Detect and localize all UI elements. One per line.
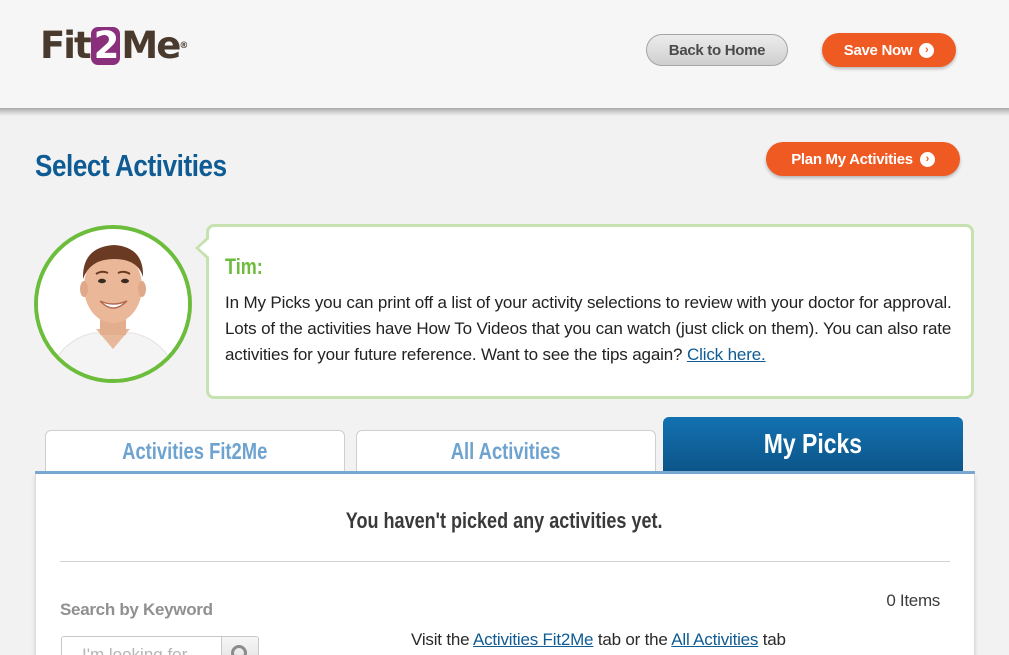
visit-text: tab bbox=[762, 630, 786, 649]
site-header: Fit 2 Me® Back to Home Save Now › bbox=[0, 0, 1009, 110]
divider bbox=[60, 561, 950, 562]
coach-name: Tim: bbox=[225, 254, 263, 279]
empty-picks-message: You haven't picked any activities yet. bbox=[0, 508, 1009, 534]
search-input[interactable]: I'm looking for... bbox=[61, 636, 221, 655]
page-title: Select Activities bbox=[35, 148, 227, 183]
save-now-button[interactable]: Save Now › bbox=[822, 33, 956, 67]
logo-trademark: ® bbox=[179, 41, 189, 51]
coach-avatar bbox=[34, 225, 192, 383]
back-to-home-label: Back to Home bbox=[668, 41, 766, 59]
plan-my-activities-button[interactable]: Plan My Activities › bbox=[766, 142, 960, 176]
logo-part-2: 2 bbox=[90, 27, 121, 65]
empty-picks-text: You haven't picked any activities yet. bbox=[346, 508, 663, 533]
tab-my-picks[interactable]: My Picks bbox=[663, 417, 963, 471]
tab-label: My Picks bbox=[763, 428, 863, 459]
activities-fit2me-link[interactable]: Activities Fit2Me bbox=[473, 630, 594, 649]
visit-text: tab or the bbox=[597, 630, 668, 649]
items-count: 0 Items bbox=[886, 591, 940, 610]
coach-message: In My Picks you can print off a list of … bbox=[225, 290, 955, 368]
all-activities-link[interactable]: All Activities bbox=[671, 630, 758, 649]
save-now-label: Save Now bbox=[843, 41, 913, 59]
tab-label: All Activities bbox=[451, 437, 561, 464]
tab-label: Activities Fit2Me bbox=[122, 437, 268, 464]
coach-message-text: In My Picks you can print off a list of … bbox=[225, 293, 952, 364]
search-button[interactable] bbox=[221, 636, 259, 655]
arrow-right-circle-icon: › bbox=[919, 151, 935, 167]
header-shadow bbox=[0, 108, 1009, 116]
arrow-right-circle-icon: › bbox=[919, 42, 935, 58]
show-tips-link[interactable]: Click here. bbox=[687, 345, 766, 364]
plan-my-activities-label: Plan My Activities bbox=[791, 150, 913, 168]
bubble-tail-inner bbox=[199, 239, 209, 257]
logo-part-fit: Fit bbox=[40, 24, 92, 67]
search-label: Search by Keyword bbox=[60, 600, 213, 619]
my-picks-panel bbox=[35, 474, 975, 655]
tab-all-activities[interactable]: All Activities bbox=[356, 430, 656, 471]
fit2me-logo[interactable]: Fit 2 Me® bbox=[40, 24, 188, 68]
search-icon bbox=[231, 645, 247, 655]
tab-activities-fit2me[interactable]: Activities Fit2Me bbox=[45, 430, 345, 471]
logo-part-me: Me bbox=[121, 24, 181, 67]
coach-portrait-icon bbox=[38, 229, 188, 379]
visit-tabs-hint: Visit the Activities Fit2Me tab or the A… bbox=[411, 630, 786, 650]
back-to-home-button[interactable]: Back to Home bbox=[646, 34, 788, 66]
visit-text: Visit the bbox=[411, 630, 470, 649]
